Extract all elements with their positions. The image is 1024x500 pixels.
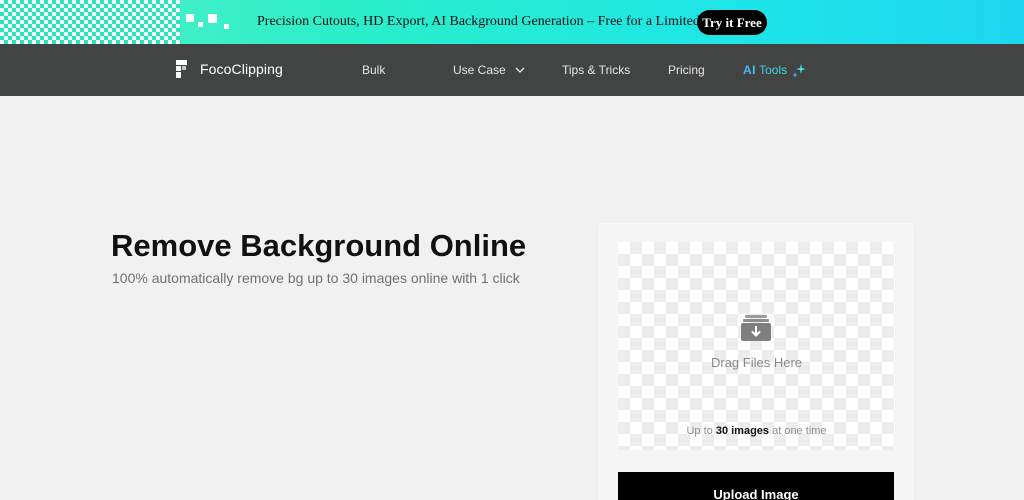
promo-checker-pattern [0,0,180,44]
sparkle-icon [792,64,806,78]
nav-item-ai-tools[interactable]: AI Tools [743,63,787,77]
chevron-down-icon [515,67,525,73]
try-it-free-button[interactable]: Try it Free [697,10,767,35]
limit-prefix: Up to [686,425,713,437]
promo-pixel [198,22,203,27]
upload-image-button[interactable]: Upload Image [618,472,894,500]
foco-logo-icon [176,60,190,78]
page-title: Remove Background Online [111,228,527,263]
promo-pixel [224,24,229,29]
nav-item-tips-tricks[interactable]: Tips & Tricks [562,63,630,77]
limit-value: 30 images [715,425,770,437]
logo-text: FocoClipping [200,61,283,77]
promo-pixel [208,14,217,23]
ai-prefix: AI [743,63,756,77]
promo-pixel [186,14,194,22]
folder-download-icon [741,315,771,341]
ai-tools-label: Tools [759,63,788,77]
drag-files-text: Drag Files Here [710,355,803,370]
promo-banner: Precision Cutouts, HD Export, AI Backgro… [0,0,1024,44]
upload-limit-text: Up to 30 images at one time [618,425,895,437]
page-subtitle: 100% automatically remove bg up to 30 im… [112,270,520,286]
nav-item-bulk[interactable]: Bulk [362,63,385,77]
logo-link[interactable]: FocoClipping [176,60,283,78]
drop-zone[interactable] [618,242,895,450]
nav-item-use-case[interactable]: Use Case [453,63,525,77]
nav-item-pricing[interactable]: Pricing [668,63,705,77]
promo-text: Precision Cutouts, HD Export, AI Backgro… [257,14,733,29]
nav-item-label: Use Case [453,63,506,77]
limit-suffix: at one time [772,425,827,437]
